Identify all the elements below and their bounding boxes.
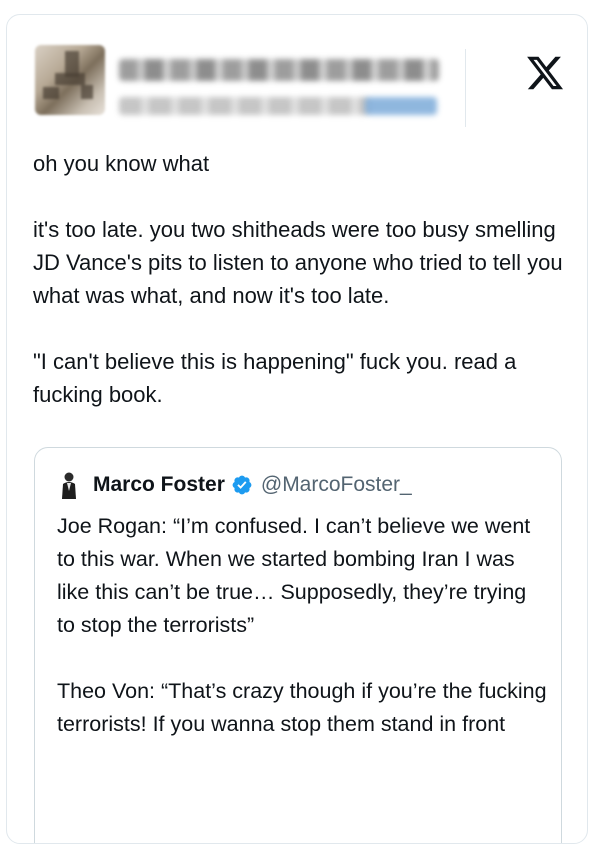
post-paragraph: "I can't believe this is happening" fuck… bbox=[33, 349, 523, 407]
author-name-redacted[interactable] bbox=[119, 59, 439, 81]
author-avatar[interactable] bbox=[35, 45, 105, 115]
quoted-paragraph: Theo Von: “That’s crazy though if you’re… bbox=[57, 679, 553, 736]
quoted-author-name[interactable]: Marco Foster bbox=[93, 473, 225, 497]
verified-badge-icon bbox=[232, 475, 252, 495]
quoted-post[interactable]: Marco Foster @MarcoFoster_ Joe Rogan: “I… bbox=[34, 447, 562, 843]
follow-link-redacted[interactable] bbox=[365, 97, 437, 115]
post-paragraph: oh you know what bbox=[33, 151, 210, 176]
post-paragraph: it's too late. you two shitheads were to… bbox=[33, 217, 569, 308]
quoted-author-handle[interactable]: @MarcoFoster_ bbox=[261, 473, 412, 497]
author-handle-redacted[interactable] bbox=[119, 97, 369, 115]
x-logo-icon[interactable] bbox=[525, 53, 565, 93]
quoted-author-avatar[interactable] bbox=[57, 471, 81, 499]
header-divider bbox=[465, 49, 466, 127]
post-text: oh you know what it's too late. you two … bbox=[33, 147, 563, 411]
quoted-post-text: Joe Rogan: “I’m confused. I can’t believ… bbox=[57, 510, 547, 741]
post-header bbox=[7, 15, 587, 127]
quoted-paragraph: Joe Rogan: “I’m confused. I can’t believ… bbox=[57, 514, 537, 637]
embedded-post-card[interactable]: oh you know what it's too late. you two … bbox=[6, 14, 588, 844]
quoted-post-header: Marco Foster @MarcoFoster_ bbox=[57, 470, 412, 500]
